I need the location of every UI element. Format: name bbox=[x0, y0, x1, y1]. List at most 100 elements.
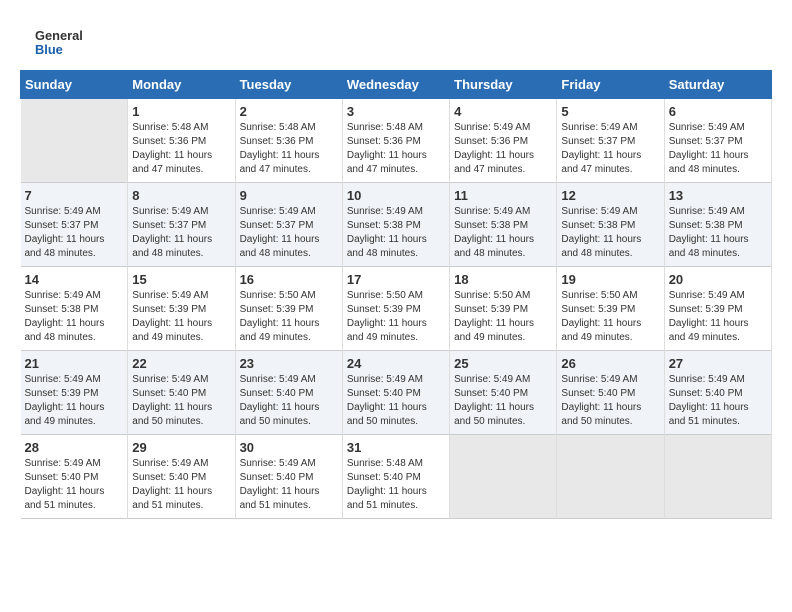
calendar-cell: 16Sunrise: 5:50 AM Sunset: 5:39 PM Dayli… bbox=[235, 267, 342, 351]
day-number: 5 bbox=[561, 104, 659, 119]
header-thursday: Thursday bbox=[450, 71, 557, 99]
calendar-cell: 20 Sunrise: 5:49 AM Sunset: 5:39 PM Dayli… bbox=[664, 267, 771, 351]
calendar-cell: 8 Sunrise: 5:49 AM Sunset: 5:37 PM Daylig… bbox=[128, 183, 235, 267]
day-info: Sunrise: 5:48 AM Sunset: 5:36 PM Dayligh… bbox=[240, 121, 338, 177]
day-info: Sunrise: 5:49 AM Sunset: 5:37 PM Dayligh… bbox=[25, 205, 124, 261]
day-number: 23 bbox=[240, 356, 338, 371]
calendar-cell: 27Sunrise: 5:49 AM Sunset: 5:40 PM Dayli… bbox=[664, 351, 771, 435]
calendar-cell: 5 Sunrise: 5:49 AM Sunset: 5:37 PM Daylig… bbox=[557, 99, 664, 183]
day-number: 20 bbox=[669, 272, 767, 287]
day-number: 16 bbox=[240, 272, 338, 287]
day-number: 24 bbox=[347, 356, 445, 371]
day-number: 4 bbox=[454, 104, 552, 119]
day-number: 22 bbox=[132, 356, 230, 371]
day-info: Sunrise: 5:49 AM Sunset: 5:37 PM Dayligh… bbox=[561, 121, 659, 177]
day-info: Sunrise: 5:49 AM Sunset: 5:40 PM Dayligh… bbox=[347, 373, 445, 429]
week-row: 21 Sunrise: 5:49 AM Sunset: 5:39 PM Dayli… bbox=[21, 351, 772, 435]
calendar-cell: 22Sunrise: 5:49 AM Sunset: 5:40 PM Dayli… bbox=[128, 351, 235, 435]
calendar-cell: 1Sunrise: 5:48 AM Sunset: 5:36 PM Daylig… bbox=[128, 99, 235, 183]
day-number: 19 bbox=[561, 272, 659, 287]
day-number: 1 bbox=[132, 104, 230, 119]
day-number: 17 bbox=[347, 272, 445, 287]
logo: GeneralBlue bbox=[20, 25, 87, 60]
day-info: Sunrise: 5:48 AM Sunset: 5:36 PM Dayligh… bbox=[347, 121, 445, 177]
day-number: 14 bbox=[25, 272, 124, 287]
calendar-cell: 24 Sunrise: 5:49 AM Sunset: 5:40 PM Dayli… bbox=[342, 351, 449, 435]
day-number: 29 bbox=[132, 440, 230, 455]
calendar-cell: 4 Sunrise: 5:49 AM Sunset: 5:36 PM Daylig… bbox=[450, 99, 557, 183]
header-friday: Friday bbox=[557, 71, 664, 99]
day-number: 6 bbox=[669, 104, 767, 119]
header-monday: Monday bbox=[128, 71, 235, 99]
day-number: 15 bbox=[132, 272, 230, 287]
week-row: 14 Sunrise: 5:49 AM Sunset: 5:38 PM Dayli… bbox=[21, 267, 772, 351]
day-number: 11 bbox=[454, 188, 552, 203]
day-number: 10 bbox=[347, 188, 445, 203]
day-info: Sunrise: 5:49 AM Sunset: 5:38 PM Dayligh… bbox=[669, 205, 767, 261]
day-number: 9 bbox=[240, 188, 338, 203]
calendar-cell: 9 Sunrise: 5:49 AM Sunset: 5:37 PM Daylig… bbox=[235, 183, 342, 267]
day-info: Sunrise: 5:49 AM Sunset: 5:40 PM Dayligh… bbox=[240, 457, 338, 513]
calendar-table: Sunday Monday Tuesday Wednesday Thursday… bbox=[20, 70, 772, 519]
calendar-cell: 3Sunrise: 5:48 AM Sunset: 5:36 PM Daylig… bbox=[342, 99, 449, 183]
day-number: 18 bbox=[454, 272, 552, 287]
calendar-cell: 31Sunrise: 5:48 AM Sunset: 5:40 PM Dayli… bbox=[342, 435, 449, 519]
calendar-cell: 15 Sunrise: 5:49 AM Sunset: 5:39 PM Dayli… bbox=[128, 267, 235, 351]
calendar-cell: 21 Sunrise: 5:49 AM Sunset: 5:39 PM Dayli… bbox=[21, 351, 128, 435]
header-saturday: Saturday bbox=[664, 71, 771, 99]
day-number: 2 bbox=[240, 104, 338, 119]
day-number: 13 bbox=[669, 188, 767, 203]
day-info: Sunrise: 5:49 AM Sunset: 5:40 PM Dayligh… bbox=[561, 373, 659, 429]
calendar-cell: 7Sunrise: 5:49 AM Sunset: 5:37 PM Daylig… bbox=[21, 183, 128, 267]
day-number: 28 bbox=[25, 440, 124, 455]
calendar-cell bbox=[21, 99, 128, 183]
day-info: Sunrise: 5:49 AM Sunset: 5:40 PM Dayligh… bbox=[25, 457, 124, 513]
day-info: Sunrise: 5:49 AM Sunset: 5:39 PM Dayligh… bbox=[25, 373, 124, 429]
calendar-cell: 17 Sunrise: 5:50 AM Sunset: 5:39 PM Dayli… bbox=[342, 267, 449, 351]
week-row: 1 Sunrise: 5:48 AM Sunset: 5:36 PM Daylig… bbox=[21, 99, 772, 183]
calendar-cell: 14 Sunrise: 5:49 AM Sunset: 5:38 PM Dayli… bbox=[21, 267, 128, 351]
calendar-cell: 11Sunrise: 5:49 AM Sunset: 5:38 PM Dayli… bbox=[450, 183, 557, 267]
day-info: Sunrise: 5:49 AM Sunset: 5:38 PM Dayligh… bbox=[561, 205, 659, 261]
day-info: Sunrise: 5:49 AM Sunset: 5:37 PM Dayligh… bbox=[240, 205, 338, 261]
header-tuesday: Tuesday bbox=[235, 71, 342, 99]
calendar-cell: 10 Sunrise: 5:49 AM Sunset: 5:38 PM Dayli… bbox=[342, 183, 449, 267]
page-header: GeneralBlue bbox=[20, 20, 772, 60]
svg-text:Blue: Blue bbox=[35, 42, 63, 57]
day-number: 25 bbox=[454, 356, 552, 371]
day-number: 31 bbox=[347, 440, 445, 455]
calendar-cell: 18 Sunrise: 5:50 AM Sunset: 5:39 PM Dayli… bbox=[450, 267, 557, 351]
day-info: Sunrise: 5:49 AM Sunset: 5:38 PM Dayligh… bbox=[347, 205, 445, 261]
day-info: Sunrise: 5:50 AM Sunset: 5:39 PM Dayligh… bbox=[454, 289, 552, 345]
day-info: Sunrise: 5:49 AM Sunset: 5:39 PM Dayligh… bbox=[132, 289, 230, 345]
calendar-cell bbox=[664, 435, 771, 519]
day-number: 21 bbox=[25, 356, 124, 371]
logo-icon: GeneralBlue bbox=[20, 25, 85, 60]
day-number: 8 bbox=[132, 188, 230, 203]
calendar-cell: 2 Sunrise: 5:48 AM Sunset: 5:36 PM Daylig… bbox=[235, 99, 342, 183]
calendar-cell: 19Sunrise: 5:50 AM Sunset: 5:39 PM Dayli… bbox=[557, 267, 664, 351]
calendar-cell bbox=[557, 435, 664, 519]
day-info: Sunrise: 5:50 AM Sunset: 5:39 PM Dayligh… bbox=[347, 289, 445, 345]
svg-text:General: General bbox=[35, 28, 83, 43]
week-row: 28 Sunrise: 5:49 AM Sunset: 5:40 PM Dayli… bbox=[21, 435, 772, 519]
calendar-cell: 29 Sunrise: 5:49 AM Sunset: 5:40 PM Dayli… bbox=[128, 435, 235, 519]
day-info: Sunrise: 5:49 AM Sunset: 5:37 PM Dayligh… bbox=[132, 205, 230, 261]
day-number: 26 bbox=[561, 356, 659, 371]
day-info: Sunrise: 5:49 AM Sunset: 5:38 PM Dayligh… bbox=[25, 289, 124, 345]
day-number: 12 bbox=[561, 188, 659, 203]
day-info: Sunrise: 5:49 AM Sunset: 5:40 PM Dayligh… bbox=[132, 457, 230, 513]
header-row: Sunday Monday Tuesday Wednesday Thursday… bbox=[21, 71, 772, 99]
day-info: Sunrise: 5:49 AM Sunset: 5:36 PM Dayligh… bbox=[454, 121, 552, 177]
calendar-cell: 13 Sunrise: 5:49 AM Sunset: 5:38 PM Dayli… bbox=[664, 183, 771, 267]
calendar-cell: 12 Sunrise: 5:49 AM Sunset: 5:38 PM Dayli… bbox=[557, 183, 664, 267]
calendar-cell: 6Sunrise: 5:49 AM Sunset: 5:37 PM Daylig… bbox=[664, 99, 771, 183]
week-row: 7Sunrise: 5:49 AM Sunset: 5:37 PM Daylig… bbox=[21, 183, 772, 267]
calendar-cell: 23Sunrise: 5:49 AM Sunset: 5:40 PM Dayli… bbox=[235, 351, 342, 435]
calendar-cell: 25 Sunrise: 5:49 AM Sunset: 5:40 PM Dayli… bbox=[450, 351, 557, 435]
day-number: 30 bbox=[240, 440, 338, 455]
day-info: Sunrise: 5:49 AM Sunset: 5:39 PM Dayligh… bbox=[669, 289, 767, 345]
calendar-cell: 28 Sunrise: 5:49 AM Sunset: 5:40 PM Dayli… bbox=[21, 435, 128, 519]
day-info: Sunrise: 5:49 AM Sunset: 5:40 PM Dayligh… bbox=[454, 373, 552, 429]
header-sunday: Sunday bbox=[21, 71, 128, 99]
